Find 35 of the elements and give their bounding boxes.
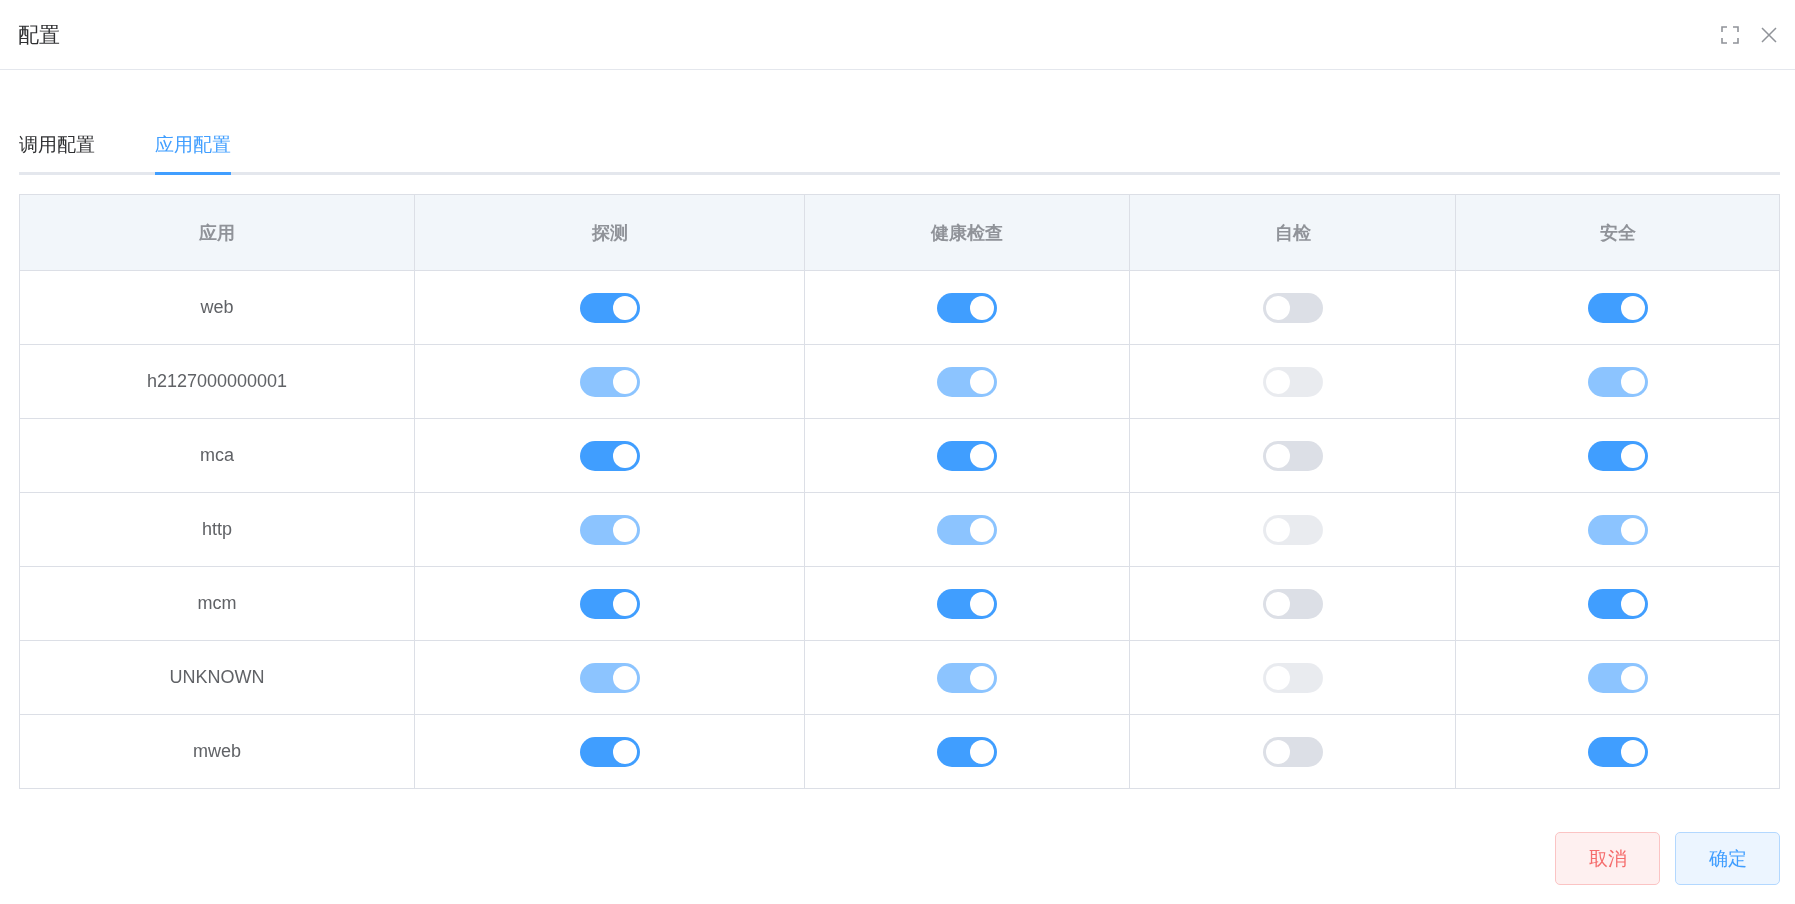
toggle-switch[interactable]: [1587, 588, 1648, 619]
table-cell: web: [19, 270, 415, 345]
confirm-button[interactable]: 确定: [1675, 832, 1780, 885]
table-cell: mca: [19, 418, 415, 493]
toggle-switch[interactable]: [1262, 736, 1323, 767]
column-header: 安全: [1455, 194, 1780, 271]
column-header: 应用: [19, 194, 415, 271]
table-cell: mweb: [19, 714, 415, 789]
toggle-switch[interactable]: [579, 292, 640, 323]
tab[interactable]: 调用配置: [19, 130, 95, 172]
toggle-switch[interactable]: [579, 588, 640, 619]
toggle-switch[interactable]: [1262, 440, 1323, 471]
cancel-button[interactable]: 取消: [1555, 832, 1660, 885]
toggle-switch[interactable]: [1587, 440, 1648, 471]
toggle-switch[interactable]: [579, 736, 640, 767]
toggle-switch[interactable]: [937, 292, 997, 323]
toggle-switch[interactable]: [1262, 588, 1323, 619]
column-header: 自检: [1129, 194, 1456, 271]
column-header: 探测: [414, 194, 805, 271]
table-cell: h2127000000001: [19, 344, 415, 419]
toggle-switch[interactable]: [937, 440, 997, 471]
column-header: 健康检查: [804, 194, 1130, 271]
toggle-switch[interactable]: [1262, 292, 1323, 323]
toggle-switch[interactable]: [579, 440, 640, 471]
fullscreen-icon[interactable]: [1721, 25, 1739, 44]
table-cell: UNKNOWN: [19, 640, 415, 715]
table-cell: mcm: [19, 566, 415, 641]
close-icon[interactable]: [1761, 26, 1777, 43]
toggle-switch[interactable]: [1587, 292, 1648, 323]
table-cell: http: [19, 492, 415, 567]
tab[interactable]: 应用配置: [155, 130, 231, 175]
toggle-switch[interactable]: [937, 588, 997, 619]
dialog-title: 配置: [18, 21, 60, 48]
toggle-switch[interactable]: [937, 736, 997, 767]
toggle-switch[interactable]: [1587, 736, 1648, 767]
